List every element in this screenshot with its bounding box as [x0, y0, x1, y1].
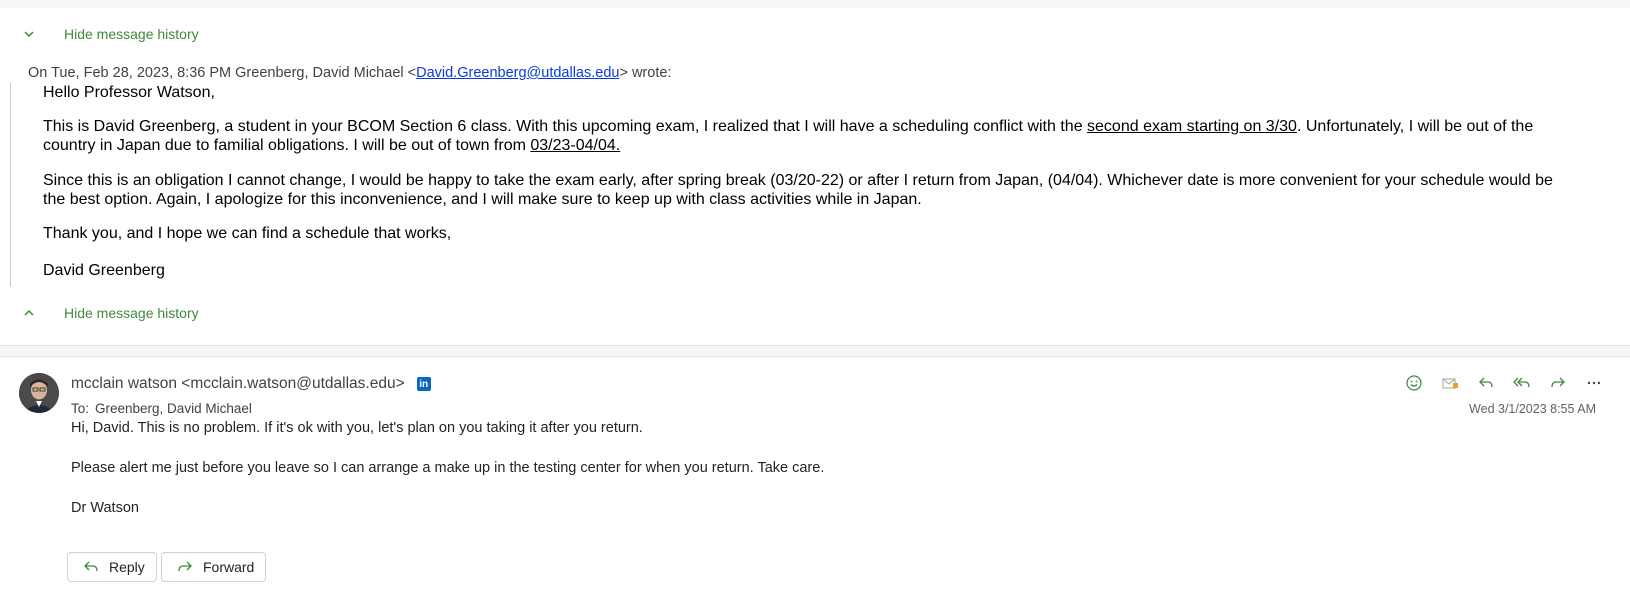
reply-icon: [1479, 377, 1493, 388]
quoted-paragraph-3: Thank you, and I hope we can find a sche…: [43, 225, 452, 242]
reply-button-label: Reply: [109, 559, 145, 575]
reply-icon-button[interactable]: [1468, 373, 1504, 393]
quoted-message-section: Hide message history On Tue, Feb 28, 202…: [0, 8, 1630, 346]
flag-mail-icon: [1442, 378, 1458, 389]
reply-body-line-1: Hi, David. This is no problem. If it's o…: [71, 420, 643, 436]
reply-signature: Dr Watson: [71, 500, 139, 516]
hide-history-toggle-top[interactable]: Hide message history: [22, 24, 199, 44]
forward-icon: [178, 561, 192, 572]
forward-button[interactable]: Forward: [161, 552, 266, 582]
quoted-message-body: Hello Professor Watson, This is David Gr…: [10, 83, 1571, 287]
forward-icon: [1551, 377, 1565, 388]
chevron-down-icon: [24, 31, 34, 38]
message-actions: [1396, 373, 1612, 393]
sender-email-link[interactable]: David.Greenberg@utdallas.edu: [416, 65, 619, 81]
reply-button[interactable]: Reply: [67, 552, 157, 582]
flag-mail-button[interactable]: [1432, 373, 1468, 393]
reply-message: mcclain watson <mcclain.watson@utdallas.…: [0, 356, 1630, 610]
recipient-line: To: Greenberg, David Michael: [71, 401, 252, 416]
quoted-signature: David Greenberg: [43, 262, 165, 279]
linkedin-icon[interactable]: in: [416, 377, 431, 391]
message-timestamp: Wed 3/1/2023 8:55 AM: [1469, 402, 1596, 416]
forward-icon-button[interactable]: [1540, 373, 1576, 393]
avatar[interactable]: [19, 373, 59, 413]
chevron-up-icon: [24, 309, 34, 316]
sender-name[interactable]: mcclain watson <mcclain.watson@utdallas.…: [71, 375, 405, 393]
sender-line: mcclain watson <mcclain.watson@utdallas.…: [71, 375, 431, 393]
reply-all-icon-button[interactable]: [1504, 373, 1540, 393]
emoji-react-button[interactable]: [1396, 373, 1432, 393]
hide-history-label: Hide message history: [64, 26, 199, 42]
emoji-icon: [1406, 375, 1422, 391]
hide-history-label: Hide message history: [64, 305, 199, 321]
forward-button-label: Forward: [203, 559, 255, 575]
quote-header: On Tue, Feb 28, 2023, 8:36 PM Greenberg,…: [28, 65, 672, 81]
hide-history-toggle-bottom[interactable]: Hide message history: [22, 303, 199, 323]
more-actions-button[interactable]: [1576, 373, 1612, 393]
quoted-greeting: Hello Professor Watson,: [43, 84, 215, 101]
reply-all-icon: [1513, 377, 1530, 388]
reply-icon: [84, 561, 98, 572]
quoted-paragraph-2: Since this is an obligation I cannot cha…: [43, 172, 1553, 208]
more-icon: [1587, 381, 1601, 385]
to-recipient[interactable]: Greenberg, David Michael: [95, 401, 252, 416]
quoted-paragraph-1: This is David Greenberg, a student in yo…: [43, 118, 1534, 154]
reply-body-line-2: Please alert me just before you leave so…: [71, 460, 825, 476]
to-label: To:: [71, 401, 90, 416]
